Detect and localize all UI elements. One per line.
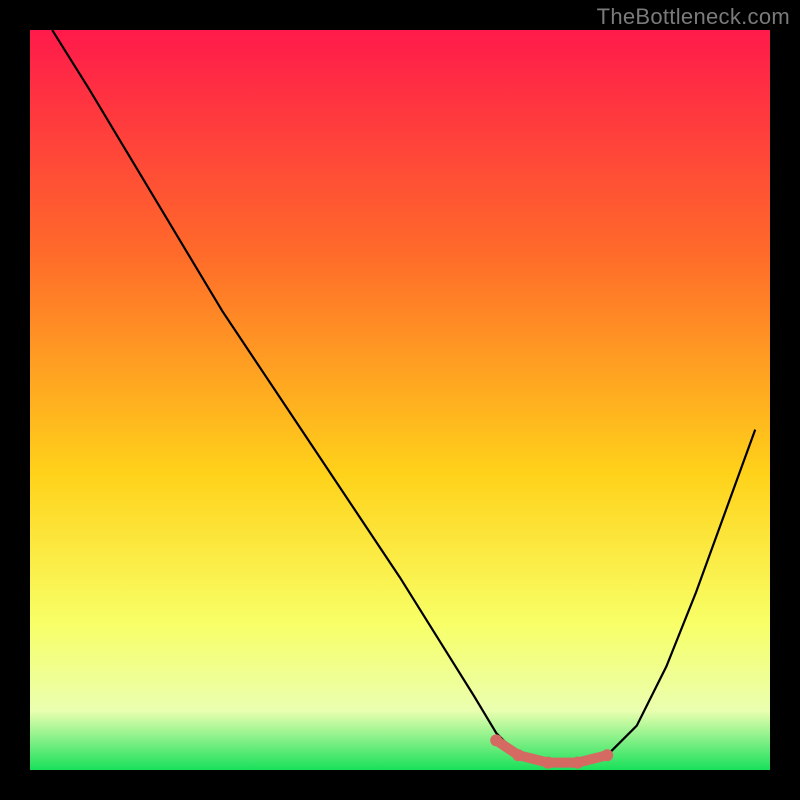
valley-dot: [572, 757, 584, 769]
plot-area: [30, 30, 770, 770]
valley-dot: [601, 749, 613, 761]
chart-frame: TheBottleneck.com: [0, 0, 800, 800]
watermark-text: TheBottleneck.com: [597, 4, 790, 30]
gradient-background: [30, 30, 770, 770]
bottleneck-chart: [30, 30, 770, 770]
valley-dot: [490, 734, 502, 746]
valley-dot: [542, 757, 554, 769]
valley-dot: [512, 749, 524, 761]
